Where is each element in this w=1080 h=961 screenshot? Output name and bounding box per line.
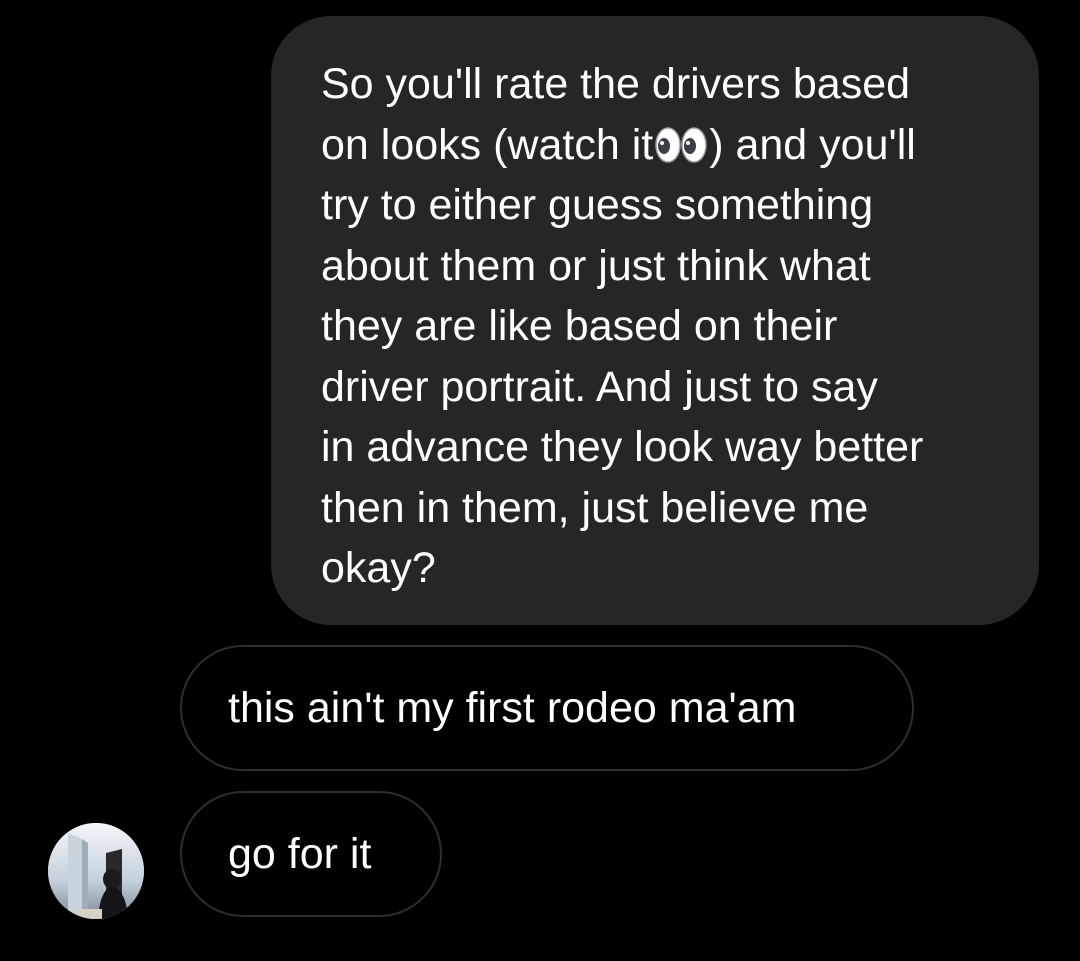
received-message-bubble[interactable]: this ain't my first rodeo ma'am [180, 645, 914, 771]
sent-message-bubble[interactable]: So you'll rate the drivers based on look… [271, 16, 1039, 625]
avatar-photo [48, 823, 144, 919]
message-thread: So you'll rate the drivers based on look… [0, 0, 1080, 961]
contact-avatar[interactable] [48, 823, 144, 919]
received-message-text: this ain't my first rodeo ma'am [228, 683, 797, 732]
received-message-bubble[interactable]: go for it [180, 791, 442, 917]
received-message-text: go for it [228, 829, 372, 878]
eyes-icon [655, 126, 707, 163]
sent-message-text-part-2: ) and you'll try to either guess somethi… [321, 120, 924, 593]
